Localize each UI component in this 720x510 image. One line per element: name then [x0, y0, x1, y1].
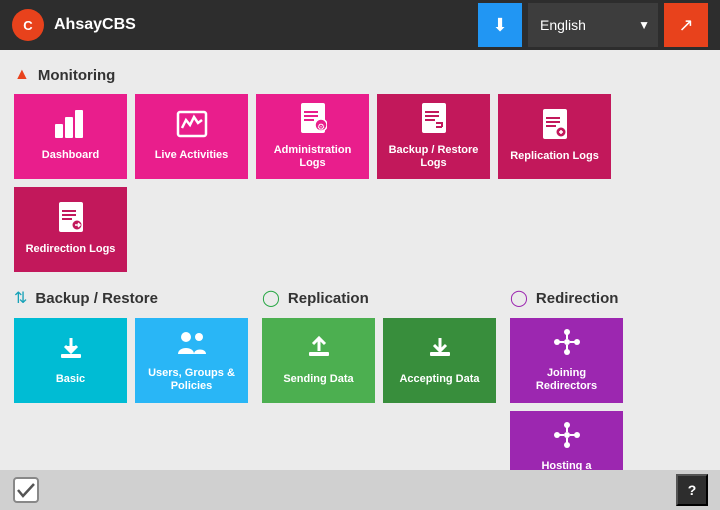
users-groups-label: Users, Groups & Policies	[143, 367, 240, 393]
monitoring-label: Monitoring	[38, 67, 115, 84]
tile-basic-backup[interactable]: Basic	[14, 318, 127, 403]
hosting-redirector-label: Hosting a Redirector	[518, 460, 615, 470]
tile-hosting-redirector[interactable]: Hosting a Redirector	[510, 411, 623, 470]
tile-joining-redirectors[interactable]: Joining Redirectors	[510, 318, 623, 403]
live-activities-label: Live Activities	[155, 149, 229, 162]
language-selector-wrapper: English ▼	[528, 3, 658, 47]
backup-icon: ⇅	[14, 288, 27, 308]
logout-button[interactable]: ↗	[664, 3, 708, 47]
monitoring-icon: ▲	[14, 66, 30, 84]
replication-logs-icon	[541, 109, 569, 144]
tile-sending-data[interactable]: Sending Data	[262, 318, 375, 403]
replication-section-header: ◯ Replication Sending Data	[262, 284, 502, 470]
redirection-logs-label: Redirection Logs	[26, 243, 116, 256]
live-activities-icon	[176, 110, 208, 143]
help-button[interactable]: ?	[676, 474, 708, 506]
svg-text:⚙: ⚙	[316, 122, 324, 132]
sending-data-label: Sending Data	[283, 373, 353, 386]
replication-label: Replication	[288, 290, 369, 307]
monitoring-section-header: ▲ Monitoring	[14, 66, 706, 84]
hosting-redirector-icon	[551, 421, 583, 454]
tile-accepting-data[interactable]: Accepting Data	[383, 318, 496, 403]
joining-redirectors-label: Joining Redirectors	[518, 367, 615, 393]
tile-redirection-logs[interactable]: Redirection Logs	[14, 187, 127, 272]
backup-label: Backup / Restore	[35, 290, 158, 307]
main-content: ▲ Monitoring Dashboard Live Activi	[0, 50, 720, 470]
header-right: ⬇ English ▼ ↗	[478, 3, 708, 47]
backup-restore-logs-icon	[420, 103, 448, 138]
dashboard-icon	[55, 110, 87, 143]
accepting-data-icon	[426, 334, 454, 367]
replication-icon: ◯	[262, 288, 280, 308]
redirection-logs-icon	[57, 202, 85, 237]
header: C AhsayCBS ⬇ English ▼ ↗	[0, 0, 720, 50]
accepting-data-label: Accepting Data	[399, 373, 479, 386]
redirection-label: Redirection	[536, 290, 619, 307]
tile-backup-restore-logs[interactable]: Backup / Restore Logs	[377, 94, 490, 179]
help-label: ?	[688, 482, 697, 498]
dashboard-label: Dashboard	[42, 149, 99, 162]
language-select[interactable]: English	[528, 3, 658, 47]
footer-checkbox-area	[12, 476, 40, 504]
monitoring-tiles: Dashboard Live Activities ⚙	[14, 94, 706, 272]
logout-icon: ↗	[678, 15, 693, 36]
redirection-section-header: ◯ Redirection	[510, 284, 720, 470]
tile-live-activities[interactable]: Live Activities	[135, 94, 248, 179]
backup-restore-logs-label: Backup / Restore Logs	[385, 144, 482, 170]
tile-dashboard[interactable]: Dashboard	[14, 94, 127, 179]
header-left: C AhsayCBS	[12, 9, 136, 41]
footer: ?	[0, 470, 720, 510]
download-button[interactable]: ⬇	[478, 3, 522, 47]
backup-section-header: ⇅ Backup / Restore Basic	[14, 284, 254, 470]
administration-logs-label: Administration Logs	[264, 144, 361, 170]
sending-data-icon	[305, 334, 333, 367]
users-groups-icon	[176, 328, 208, 361]
basic-backup-icon	[57, 334, 85, 367]
app-title: AhsayCBS	[54, 16, 136, 34]
app-logo: C	[12, 9, 44, 41]
administration-logs-icon: ⚙	[299, 103, 327, 138]
tile-users-groups[interactable]: Users, Groups & Policies	[135, 318, 248, 403]
redirection-icon-header: ◯	[510, 288, 528, 308]
tile-administration-logs[interactable]: ⚙ Administration Logs	[256, 94, 369, 179]
replication-logs-label: Replication Logs	[510, 150, 599, 163]
joining-redirectors-icon	[551, 328, 583, 361]
download-icon: ⬇	[492, 15, 507, 36]
basic-backup-label: Basic	[56, 373, 85, 386]
tile-replication-logs[interactable]: Replication Logs	[498, 94, 611, 179]
